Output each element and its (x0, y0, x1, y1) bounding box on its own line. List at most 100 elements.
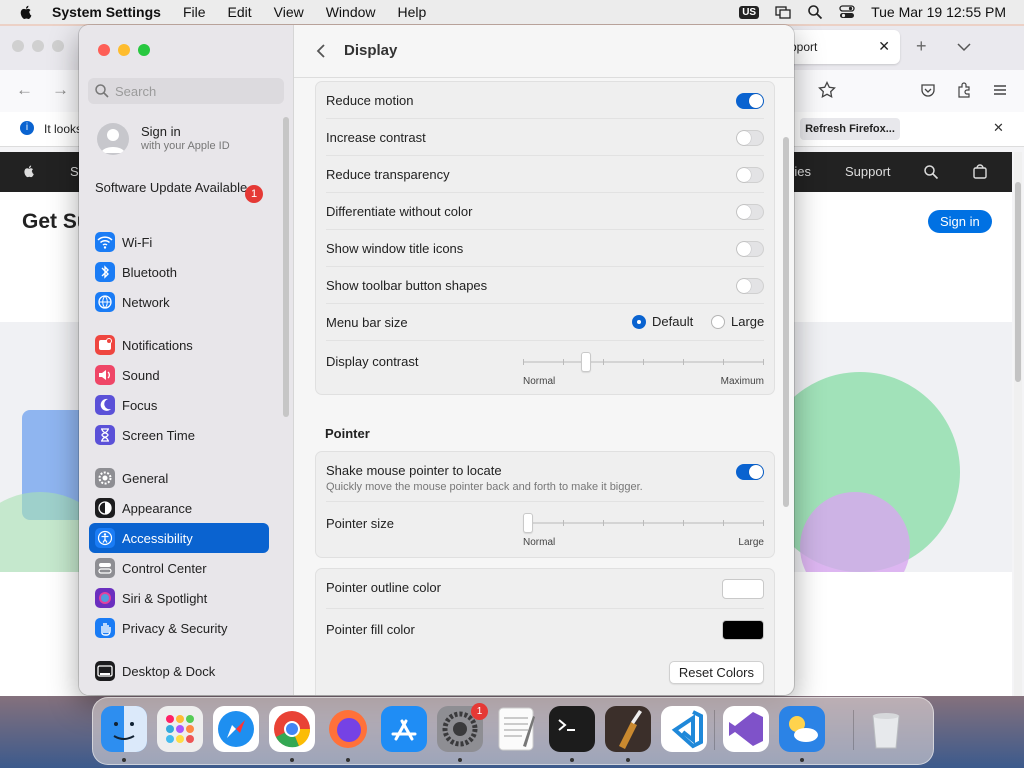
display-contrast-slider[interactable] (523, 352, 764, 372)
apple-site-logo-icon[interactable] (22, 163, 36, 179)
control-center-icon[interactable] (839, 4, 855, 20)
dock-visual-studio[interactable] (723, 706, 769, 752)
dock-textedit[interactable] (493, 706, 539, 752)
content-scrollbar[interactable] (783, 137, 789, 507)
close-tab-icon[interactable]: ✕ (878, 38, 890, 55)
slider-tick (763, 520, 764, 526)
minimize-window-button[interactable] (118, 44, 130, 56)
browser-tab[interactable]: pport ✕ (780, 30, 900, 64)
menu-bar-size-large-radio[interactable]: Large (711, 314, 764, 329)
dock-safari[interactable] (213, 706, 259, 752)
browser-tab-title: pport (790, 40, 818, 54)
bag-icon[interactable] (972, 163, 988, 179)
chevron-down-icon[interactable] (957, 42, 971, 52)
spotlight-search-icon[interactable] (807, 4, 823, 20)
close-window-button[interactable] (98, 44, 110, 56)
sidebar-item-general[interactable]: General (89, 463, 269, 493)
menu-clock[interactable]: Tue Mar 19 12:55 PM (871, 4, 1006, 20)
sidebar-item-sound[interactable]: Sound (89, 360, 269, 390)
display-contrast-max-label: Maximum (720, 376, 764, 387)
pointer-size-slider[interactable] (523, 513, 764, 533)
menu-edit[interactable]: Edit (228, 4, 252, 20)
sidebar-item-desktop-dock[interactable]: Desktop & Dock (89, 656, 269, 686)
menu-app-name[interactable]: System Settings (52, 4, 161, 20)
page-scrollbar[interactable] (1014, 152, 1022, 696)
reduce-transparency-toggle[interactable] (736, 167, 764, 183)
site-signin-button[interactable]: Sign in (928, 210, 992, 233)
reduce-motion-row: Reduce motion (316, 82, 774, 119)
sidebar-item-wi-fi[interactable]: Wi-Fi (89, 227, 269, 257)
slider-thumb[interactable] (581, 352, 591, 372)
pointer-fill-color-well[interactable] (722, 620, 764, 640)
input-source-badge[interactable]: US (739, 5, 760, 19)
sidebar-scrollbar[interactable] (283, 117, 289, 417)
pocket-icon[interactable] (920, 82, 936, 98)
sidebar-item-notifications[interactable]: Notifications (89, 330, 269, 360)
slider-tick (603, 520, 604, 526)
shake-pointer-toggle[interactable] (736, 464, 764, 480)
differentiate-without-color-toggle[interactable] (736, 204, 764, 220)
weather-icon (779, 706, 825, 752)
reduce-motion-toggle[interactable] (736, 93, 764, 109)
sidebar-item-siri-spotlight[interactable]: Siri & Spotlight (89, 583, 269, 613)
new-tab-icon[interactable]: + (916, 36, 927, 57)
system-settings-window: Search Sign in with your Apple ID Softwa… (79, 25, 794, 695)
site-nav-support[interactable]: Support (845, 164, 891, 179)
back-chevron-icon[interactable] (312, 41, 332, 61)
search-field[interactable]: Search (88, 78, 284, 104)
differentiate-without-color-label: Differentiate without color (326, 204, 473, 219)
menu-window[interactable]: Window (326, 4, 376, 20)
dock-vscode[interactable] (661, 706, 707, 752)
dock-app-store[interactable] (381, 706, 427, 752)
menu-view[interactable]: View (274, 4, 304, 20)
dock-garageband[interactable] (605, 706, 651, 762)
pointer-outline-color-well[interactable] (722, 579, 764, 599)
sidebar-item-screen-time[interactable]: Screen Time (89, 420, 269, 450)
reset-colors-button[interactable]: Reset Colors (668, 661, 764, 684)
window-switcher-icon[interactable] (775, 4, 791, 20)
account-subtitle: with your Apple ID (141, 140, 230, 152)
menu-bar-size-default-radio[interactable]: Default (632, 314, 693, 329)
sidebar-item-privacy-security[interactable]: Privacy & Security (89, 613, 269, 643)
sidebar-item-control-center[interactable]: Control Center (89, 553, 269, 583)
slider-thumb[interactable] (523, 513, 533, 533)
dock-launchpad[interactable] (157, 706, 203, 752)
show-toolbar-button-shapes-toggle[interactable] (736, 278, 764, 294)
slider-tick (563, 359, 564, 365)
dock-firefox[interactable] (325, 706, 371, 762)
dock-terminal[interactable] (549, 706, 595, 762)
sidebar-item-bluetooth[interactable]: Bluetooth (89, 257, 269, 287)
close-notice-icon[interactable]: ✕ (993, 120, 1004, 136)
zoom-window-button[interactable] (138, 44, 150, 56)
sidebar-item-appearance[interactable]: Appearance (89, 493, 269, 523)
dock-weather[interactable] (779, 706, 825, 762)
extensions-icon[interactable] (956, 82, 972, 98)
forward-arrow-icon[interactable]: → (52, 80, 69, 100)
bookmark-star-icon[interactable] (818, 81, 836, 99)
hamburger-menu-icon[interactable] (992, 82, 1008, 98)
garageband-icon (605, 706, 651, 752)
menu-help[interactable]: Help (398, 4, 427, 20)
gear-icon (95, 468, 115, 488)
software-update-item[interactable]: Software Update Available (95, 180, 255, 196)
sidebar-item-accessibility[interactable]: Accessibility (89, 523, 269, 553)
apple-logo-icon[interactable] (18, 4, 34, 20)
dock-system-settings[interactable]: 1 (437, 703, 488, 762)
site-nav-fragment[interactable]: S (70, 164, 79, 179)
increase-contrast-row: Increase contrast (316, 119, 774, 156)
pointer-color-group: Pointer outline color Pointer fill color… (315, 568, 775, 695)
increase-contrast-toggle[interactable] (736, 130, 764, 146)
site-search-icon[interactable] (923, 164, 939, 180)
avatar (97, 123, 129, 155)
dock-chrome[interactable] (269, 706, 315, 762)
menu-file[interactable]: File (183, 4, 206, 20)
slider-tick (683, 359, 684, 365)
account-name: Sign in (141, 124, 181, 139)
refresh-firefox-button[interactable]: Refresh Firefox... (800, 118, 900, 140)
sidebar-item-focus[interactable]: Focus (89, 390, 269, 420)
show-window-title-icons-toggle[interactable] (736, 241, 764, 257)
dock-trash[interactable] (863, 706, 909, 752)
back-arrow-icon[interactable]: ← (16, 80, 33, 100)
sidebar-item-network[interactable]: Network (89, 287, 269, 317)
dock-finder[interactable] (101, 706, 147, 762)
